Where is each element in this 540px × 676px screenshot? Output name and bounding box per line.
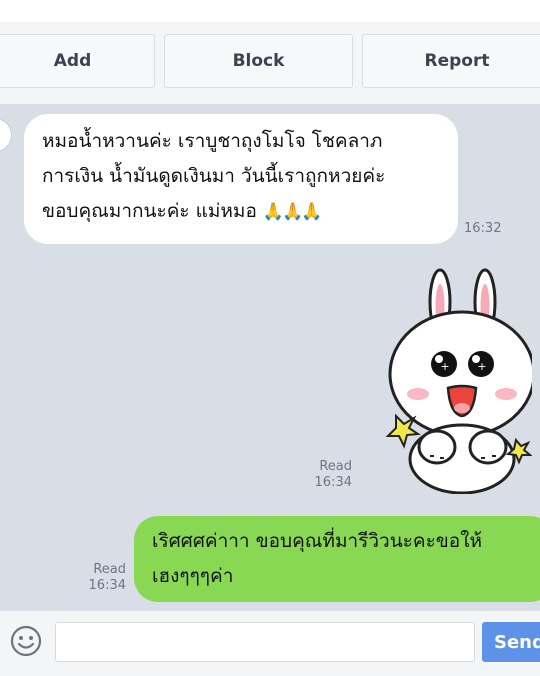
- praying-hands-emoji: 🙏🙏🙏: [262, 202, 322, 222]
- message-text: ขอบคุณมากนะค่ะ แม่หมอ: [42, 200, 257, 222]
- bunny-sticker[interactable]: + +: [382, 264, 532, 494]
- contact-avatar[interactable]: [0, 118, 12, 152]
- svg-text:+: +: [477, 360, 486, 373]
- chat-area[interactable]: หมอน้ำหวานค่ะ เราบูชาถุงโมโจ โชคลาภ การเ…: [0, 104, 540, 610]
- message-line: เฮงๆๆๆค่า: [152, 565, 234, 587]
- read-label: Read: [93, 562, 126, 577]
- message-line: หมอน้ำหวานค่ะ เราบูชาถุงโมโจ โชคลาภ: [42, 130, 383, 152]
- message-line: ขอบคุณมากนะค่ะ แม่หมอ 🙏🙏🙏: [42, 194, 458, 230]
- report-button[interactable]: Report: [362, 34, 540, 88]
- emoji-icon[interactable]: [10, 625, 42, 657]
- outgoing-message-bubble[interactable]: เริศศศค่าาา ขอบคุณที่มารีวิวนะคะขอให้ เฮ…: [134, 516, 540, 602]
- send-button[interactable]: Send: [482, 622, 540, 662]
- outgoing-timestamp: 16:34: [88, 578, 126, 593]
- incoming-message-bubble[interactable]: หมอน้ำหวานค่ะ เราบูชาถุงโมโจ โชคลาภ การเ…: [24, 114, 458, 244]
- incoming-timestamp: 16:32: [464, 221, 502, 236]
- sticker-timestamp: 16:34: [314, 475, 352, 490]
- outgoing-read-status: Read 16:34: [86, 562, 126, 594]
- message-line: เริศศศค่าาา ขอบคุณที่มารีวิวนะคะขอให้: [152, 530, 483, 552]
- svg-text:+: +: [440, 360, 449, 373]
- block-button[interactable]: Block: [164, 34, 353, 88]
- composer-bar: Send: [0, 610, 540, 676]
- add-button[interactable]: Add: [0, 34, 155, 88]
- top-strip: [0, 0, 540, 23]
- message-input[interactable]: [55, 622, 475, 662]
- message-line: การเงิน น้ำมันดูดเงินมา วันนี้เราถูกหวยค…: [42, 165, 386, 187]
- read-label: Read: [319, 459, 352, 474]
- action-bar: Add Block Report: [0, 22, 540, 104]
- sticker-read-status: Read 16:34: [312, 459, 352, 491]
